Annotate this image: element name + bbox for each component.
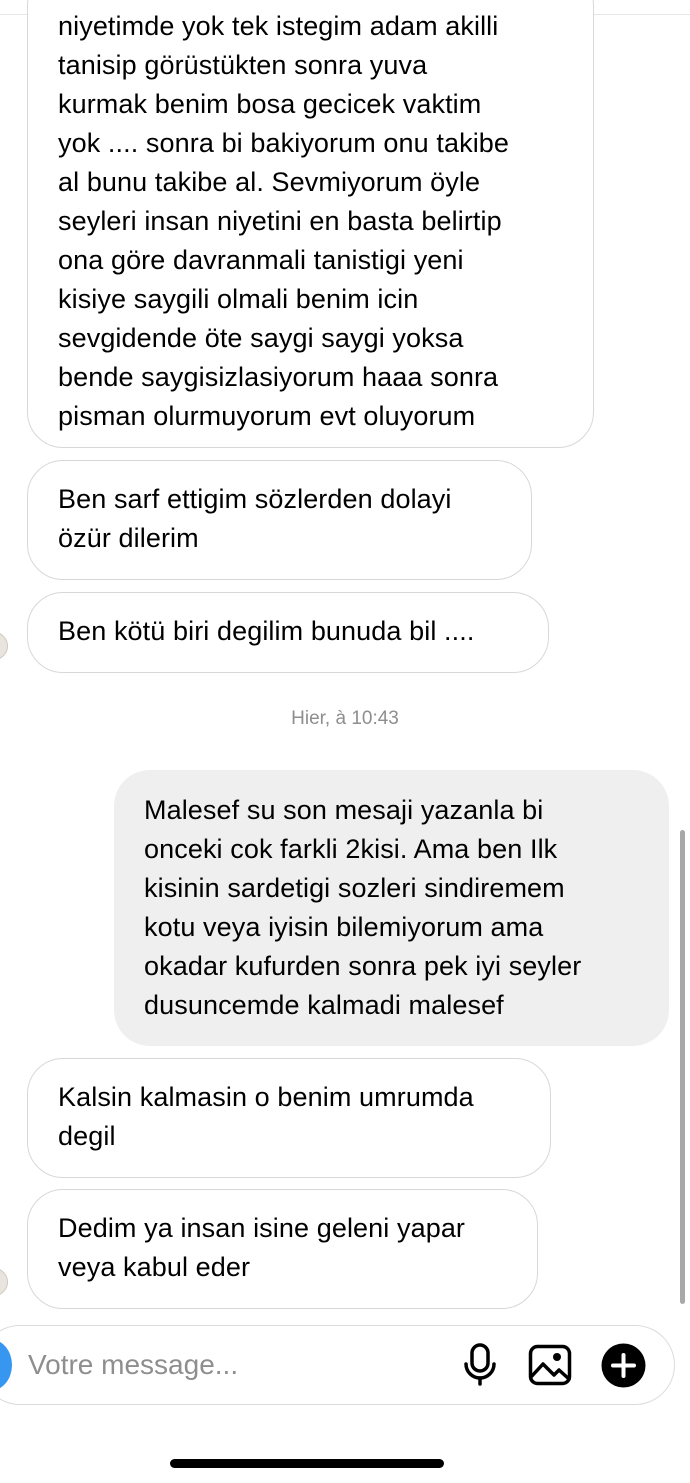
message-line: onceki cok farkli 2kisi. Ama ben Ilk <box>144 834 558 864</box>
message-timestamp: Hier, à 10:43 <box>291 708 399 729</box>
message-line: veya kabul eder <box>58 1252 251 1282</box>
message-line: yok .... sonra bi bakiyorum onu takibe <box>58 128 510 158</box>
incoming-message[interactable]: niyetimde yok tek istegim adam akilli ta… <box>27 0 594 448</box>
message-line: tanisip görüstükten sonra yuva <box>58 50 428 80</box>
outgoing-message[interactable]: Malesef su son mesaji yazanla bi onceki … <box>114 770 669 1046</box>
message-thread[interactable]: niyetimde yok tek istegim adam akilli ta… <box>0 0 690 1320</box>
message-line: Ben sarf ettigim sözlerden dolayi <box>58 484 452 514</box>
microphone-icon[interactable] <box>462 1343 498 1387</box>
message-line: al bunu takibe al. Sevmiyorum öyle <box>58 167 481 197</box>
message-line: kurmak benim bosa gecicek vaktim <box>58 89 482 119</box>
add-plus-icon[interactable] <box>601 1343 646 1388</box>
message-line: bende saygisizlasiyorum haaa sonra <box>58 362 499 392</box>
message-input[interactable] <box>28 1343 448 1387</box>
message-line: kisinin sardetigi sozleri sindiremem <box>144 873 565 903</box>
sender-avatar[interactable] <box>0 1268 8 1296</box>
incoming-message[interactable]: Kalsin kalmasin o benim umrumda degil <box>27 1058 551 1178</box>
message-line: pisman olurmuyorum evt oluyorum <box>58 401 476 431</box>
message-line: dusuncemde kalmadi malesef <box>144 990 504 1020</box>
message-line: özür dilerim <box>58 523 199 553</box>
message-line: kisiye saygili olmali benim icin <box>58 284 419 314</box>
message-line: seyleri insan niyetini en basta belirtip <box>58 206 502 236</box>
gallery-icon[interactable] <box>528 1344 572 1386</box>
scrollbar[interactable] <box>680 830 685 1304</box>
message-line: niyetimde yok tek istegim adam akilli <box>58 11 499 41</box>
message-line: ona göre davranmali tanistigi yeni <box>58 245 464 275</box>
incoming-message[interactable]: Dedim ya insan isine geleni yapar veya k… <box>27 1189 538 1309</box>
message-line: sevgidende öte saygi saygi yoksa <box>58 323 464 353</box>
message-line: kotu veya iyisin bilemiyorum ama <box>144 912 544 942</box>
message-line: okadar kufurden sonra pek iyi seyler <box>144 951 582 981</box>
incoming-message[interactable]: Ben kötü biri degilim bunuda bil .... <box>27 592 549 673</box>
sender-avatar[interactable] <box>0 632 8 660</box>
message-line: Kalsin kalmasin o benim umrumda <box>58 1082 474 1112</box>
message-line: Ben kötü biri degilim bunuda bil .... <box>58 616 475 646</box>
message-line: degil <box>58 1121 116 1151</box>
incoming-message[interactable]: Ben sarf ettigim sözlerden dolayi özür d… <box>27 460 532 580</box>
message-line: Malesef su son mesaji yazanla bi <box>144 795 544 825</box>
home-indicator[interactable] <box>170 1459 444 1468</box>
message-line: Dedim ya insan isine geleni yapar <box>58 1213 466 1243</box>
